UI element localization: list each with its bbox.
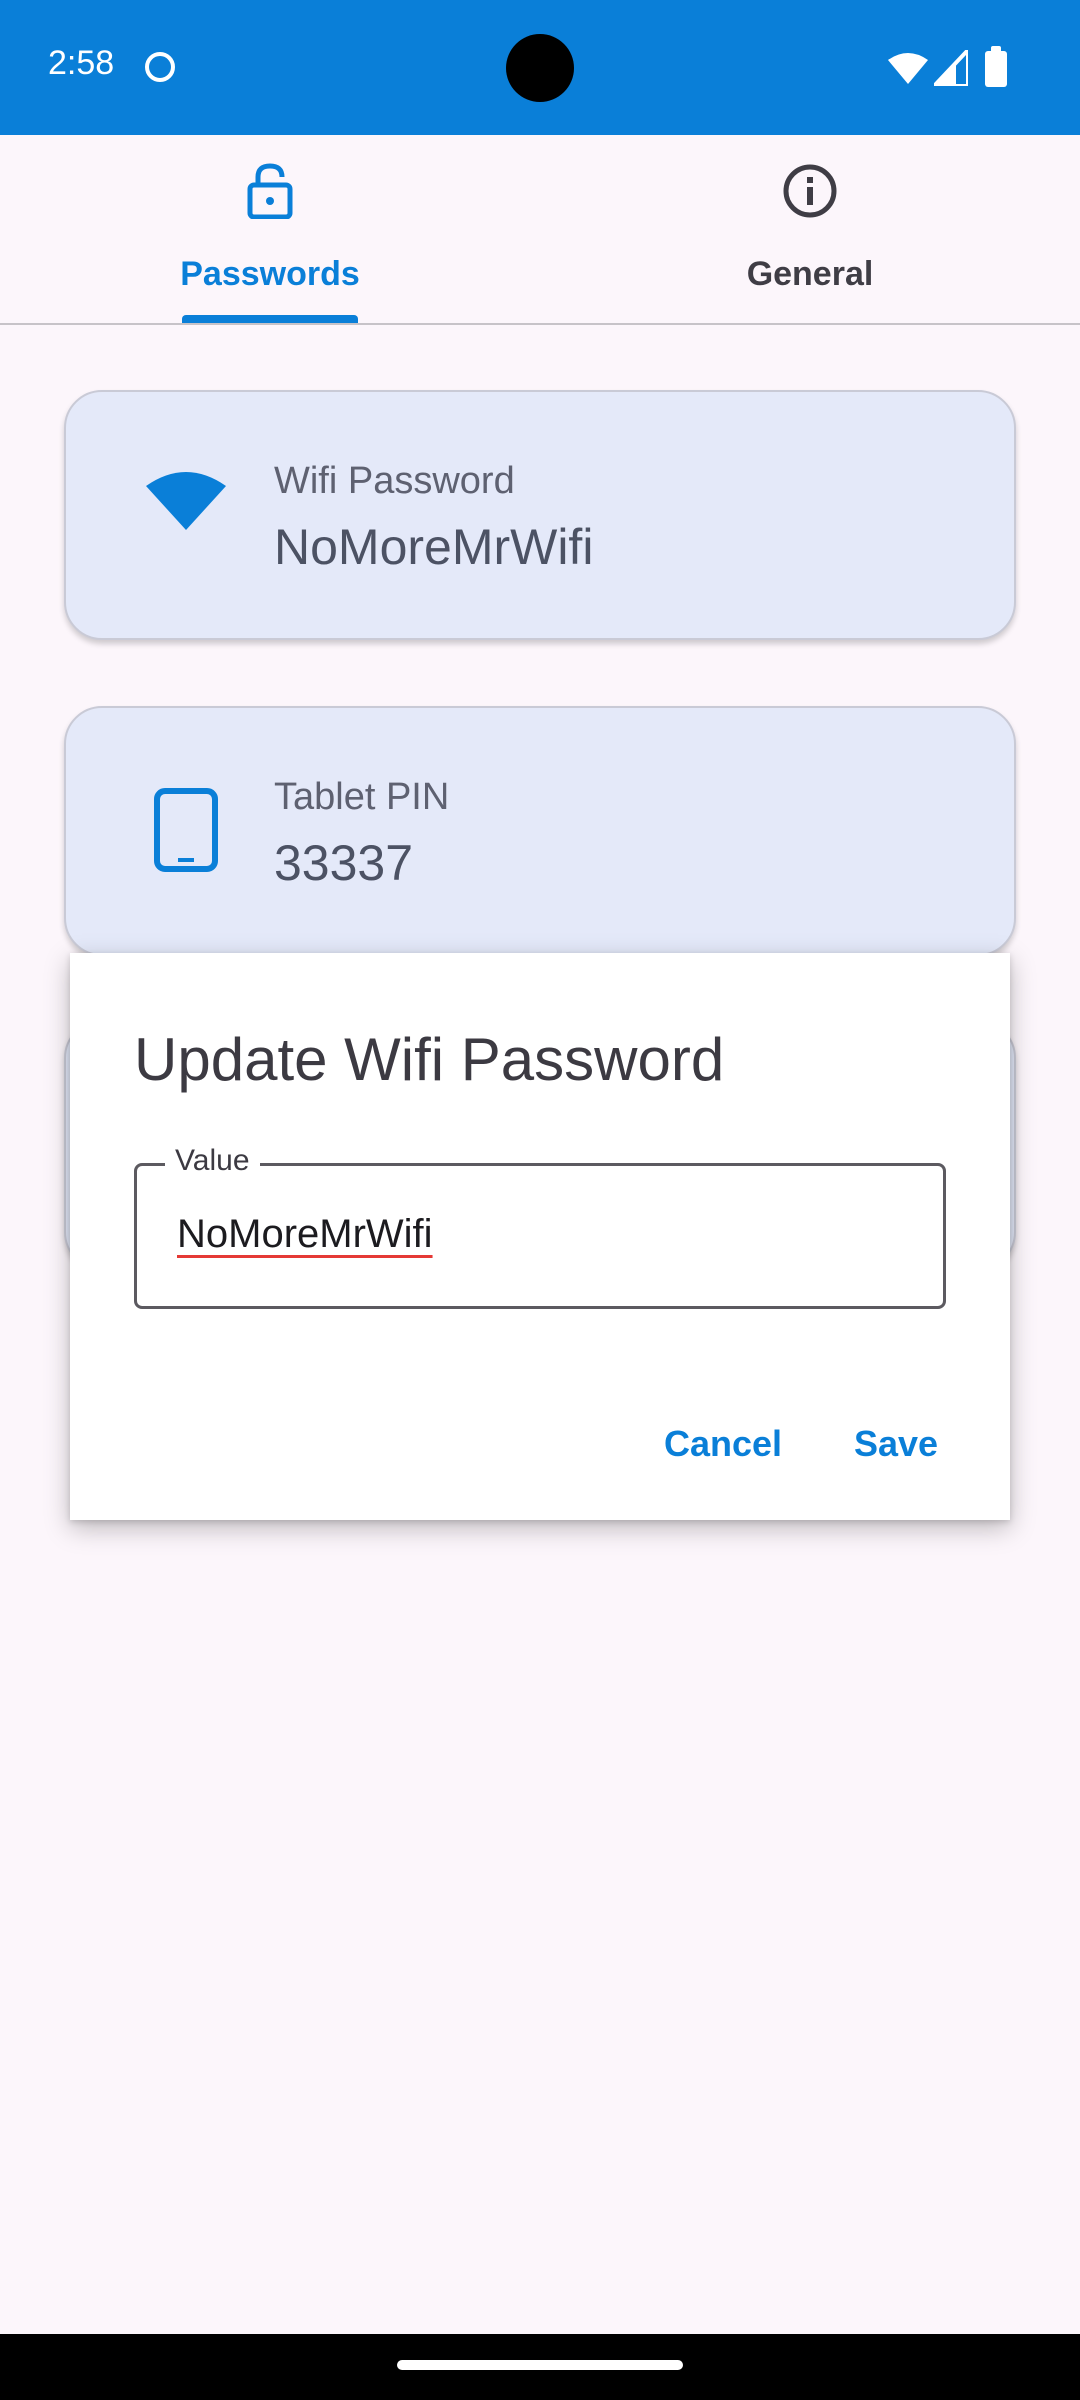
cell-signal-icon [934,50,968,86]
camera-cutout [506,34,574,102]
status-time: 2:58 [48,44,115,82]
tab-general[interactable]: General [540,135,1080,323]
password-card-wifi[interactable]: Wifi Password NoMoreMrWifi [64,390,1016,640]
home-handle[interactable] [397,2360,683,2370]
tab-indicator [182,315,358,323]
card-value: NoMoreMrWifi [274,519,594,575]
navigation-bar [0,2334,1080,2400]
field-label: Value [165,1144,260,1178]
card-title: Wifi Password [274,460,515,502]
wifi-icon [146,472,226,530]
cancel-button[interactable]: Cancel [664,1423,782,1465]
notification-icon [145,52,175,82]
tablet-icon [154,788,218,872]
value-input[interactable]: NoMoreMrWifi [177,1212,433,1257]
tab-label: Passwords [180,255,360,293]
save-button[interactable]: Save [854,1423,938,1465]
tab-bar: Passwords General [0,135,1080,325]
battery-icon [985,46,1007,87]
card-title: Tablet PIN [274,776,450,818]
password-card-tablet[interactable]: Tablet PIN 33337 [64,706,1016,956]
update-dialog: Update Wifi Password Value NoMoreMrWifi … [70,953,1010,1520]
tab-passwords[interactable]: Passwords [0,135,540,323]
lock-open-icon [247,163,293,219]
dialog-title: Update Wifi Password [134,1026,725,1093]
wifi-signal-icon [888,53,928,84]
info-icon [783,164,837,218]
tab-label: General [746,255,874,293]
value-field[interactable]: Value NoMoreMrWifi [134,1144,946,1309]
card-value: 33337 [274,835,414,891]
status-bar: 2:58 [0,0,1080,135]
